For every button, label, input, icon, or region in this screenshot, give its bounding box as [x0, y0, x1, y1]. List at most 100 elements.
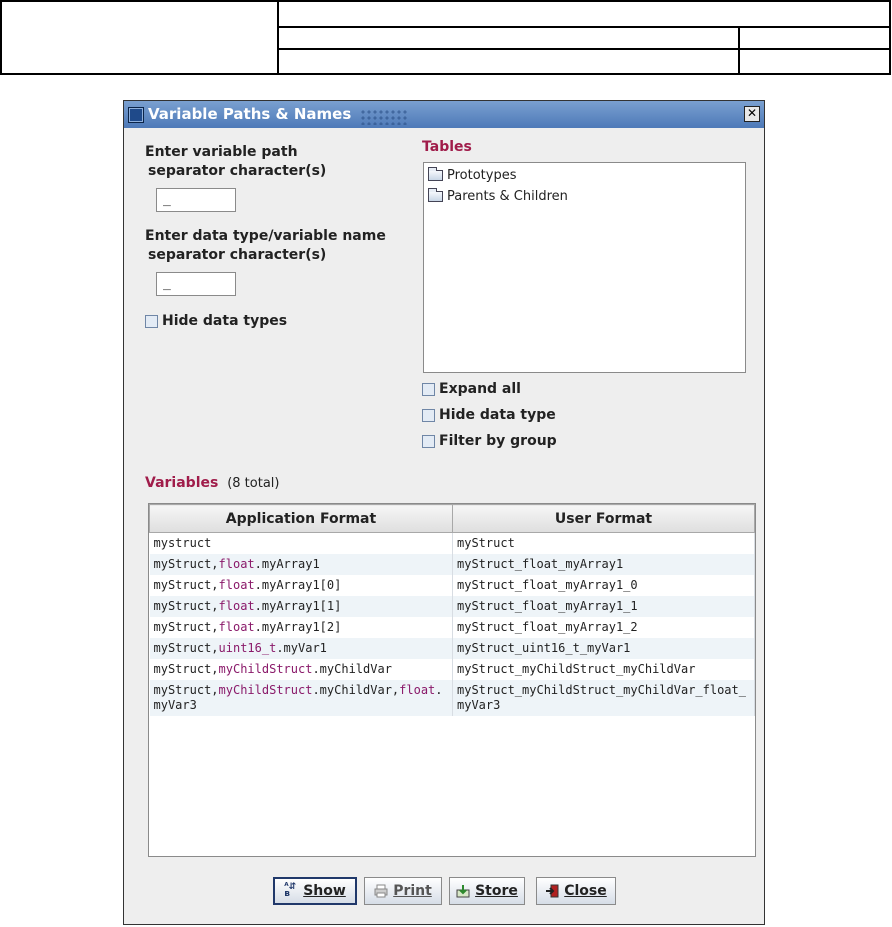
hide-data-type-checkbox[interactable]: Hide data type — [422, 407, 556, 423]
path-segment: .myChildVar, — [312, 683, 400, 697]
hide-data-types-checkbox[interactable]: Hide data types — [145, 313, 287, 329]
header-cell-mid-right — [738, 26, 891, 50]
case-swap-icon: ᴬ⇵ ʙ — [284, 882, 297, 899]
type-separator-label-2: separator character(s) — [148, 247, 327, 263]
folder-icon — [428, 167, 443, 181]
application-format-cell: myStruct,float.myArray1[2] — [149, 617, 453, 638]
application-format-cell: myStruct,float.myArray1[0] — [149, 575, 453, 596]
path-segment: myStruct, — [153, 620, 219, 634]
hide-data-type-label: Hide data type — [439, 407, 556, 423]
application-format-cell: myStruct,myChildStruct.myChildVar,float.… — [149, 680, 453, 716]
tree-item-label: Prototypes — [447, 168, 517, 183]
show-button[interactable]: ᴬ⇵ ʙ Show — [273, 877, 357, 905]
path-segment: myStruct, — [153, 662, 219, 676]
data-type-segment: float — [218, 620, 255, 634]
filter-by-group-checkbox[interactable]: Filter by group — [422, 433, 557, 449]
data-type-segment: float — [218, 578, 255, 592]
close-button[interactable]: Close — [536, 877, 616, 905]
variables-count: (8 total) — [227, 476, 280, 491]
path-segment: .myVar1 — [276, 641, 327, 655]
application-format-cell: myStruct,uint16_t.myVar1 — [149, 638, 453, 659]
folder-icon — [428, 188, 443, 202]
path-segment: .myArray1[2] — [254, 620, 342, 634]
store-button[interactable]: Store — [449, 877, 525, 905]
checkbox-box[interactable] — [422, 382, 435, 396]
path-segment: myStruct, — [153, 641, 219, 655]
document-header-table — [0, 0, 891, 75]
close-icon: ✕ — [746, 106, 758, 120]
header-cell-bottom-left — [277, 48, 740, 75]
column-header-application-format[interactable]: Application Format — [149, 504, 453, 533]
path-segment: mystruct — [153, 536, 212, 550]
checkbox-box[interactable] — [422, 408, 435, 422]
table-row[interactable]: mystruct myStruct — [149, 532, 755, 554]
variables-heading: Variables — [145, 475, 219, 491]
user-format-cell: myStruct_myChildStruct_myChildVar_float_… — [452, 680, 755, 716]
tables-tree[interactable]: Prototypes Parents & Children — [423, 162, 746, 373]
tree-item-parents-children[interactable]: Parents & Children — [428, 188, 568, 204]
variables-heading-row: Variables (8 total) — [145, 475, 279, 491]
table-row[interactable]: myStruct,uint16_t.myVar1 myStruct_uint16_… — [149, 638, 755, 659]
table-row[interactable]: myStruct,float.myArray1[1] myStruct_float… — [149, 596, 755, 617]
variable-paths-dialog: Variable Paths & Names ✕ Enter variable … — [123, 100, 765, 925]
path-segment: myStruct, — [153, 599, 219, 613]
expand-all-checkbox[interactable]: Expand all — [422, 381, 521, 397]
path-separator-label: Enter variable path — [145, 144, 298, 160]
user-format-cell: myStruct_float_myArray1_1 — [452, 596, 755, 617]
data-type-segment: myChildStruct — [218, 683, 313, 697]
window-icon — [128, 107, 144, 123]
table-row[interactable]: myStruct,myChildStruct.myChildVar myStruc… — [149, 659, 755, 680]
variables-table-body: mystruct myStruct myStruct,float.myArray1 m… — [149, 532, 755, 716]
table-row[interactable]: myStruct,float.myArray1[0] myStruct_float… — [149, 575, 755, 596]
application-format-cell: myStruct,float.myArray1 — [149, 554, 453, 575]
data-type-segment: float — [399, 683, 436, 697]
user-format-cell: myStruct_uint16_t_myVar1 — [452, 638, 755, 659]
header-cell-mid-left — [277, 26, 740, 50]
column-header-user-format[interactable]: User Format — [452, 504, 755, 533]
data-type-segment: float — [218, 599, 255, 613]
store-icon — [456, 884, 470, 898]
table-row[interactable]: myStruct,float.myArray1[2] myStruct_float… — [149, 617, 755, 638]
tree-item-prototypes[interactable]: Prototypes — [428, 167, 517, 183]
path-segment: myStruct, — [153, 683, 219, 697]
close-button-label: Close — [564, 883, 607, 899]
tree-item-label: Parents & Children — [447, 189, 568, 204]
variables-table[interactable]: Application Format User Format mystruct m… — [148, 503, 756, 857]
path-segment: myStruct, — [153, 557, 219, 571]
path-separator-input[interactable]: _ — [156, 188, 236, 212]
table-row[interactable]: myStruct,float.myArray1 myStruct_float_my… — [149, 554, 755, 575]
header-cell-bottom-right — [738, 48, 891, 75]
store-button-label: Store — [475, 883, 518, 899]
close-window-button[interactable]: ✕ — [744, 106, 760, 122]
header-cell-top — [277, 0, 891, 28]
titlebar-pattern — [360, 109, 408, 125]
table-row[interactable]: myStruct,myChildStruct.myChildVar,float.… — [149, 680, 755, 716]
filter-by-group-label: Filter by group — [439, 433, 557, 449]
print-button[interactable]: Print — [364, 877, 442, 905]
data-type-segment: myChildStruct — [218, 662, 313, 676]
user-format-cell: myStruct_float_myArray1_0 — [452, 575, 755, 596]
tables-heading: Tables — [422, 139, 472, 155]
expand-all-label: Expand all — [439, 381, 521, 397]
print-button-label: Print — [393, 883, 432, 899]
data-type-segment: float — [218, 557, 255, 571]
title-bar[interactable]: Variable Paths & Names ✕ — [124, 101, 764, 128]
user-format-cell: myStruct_myChildStruct_myChildVar — [452, 659, 755, 680]
hide-data-types-label: Hide data types — [162, 313, 288, 329]
dialog-title: Variable Paths & Names — [148, 105, 352, 123]
checkbox-box[interactable] — [422, 434, 435, 448]
header-cell-left — [0, 0, 279, 75]
checkbox-box[interactable] — [145, 314, 158, 328]
type-separator-input[interactable]: _ — [156, 272, 236, 296]
data-type-segment: uint16_t — [218, 641, 277, 655]
user-format-cell: myStruct_float_myArray1_2 — [452, 617, 755, 638]
user-format-cell: myStruct — [452, 532, 755, 554]
path-segment: .myArray1[0] — [254, 578, 342, 592]
user-format-cell: myStruct_float_myArray1 — [452, 554, 755, 575]
application-format-cell: mystruct — [149, 532, 453, 554]
exit-door-icon — [545, 884, 559, 898]
printer-icon — [374, 884, 388, 898]
show-button-label: Show — [303, 883, 346, 899]
path-segment: .myChildVar — [312, 662, 392, 676]
path-segment: myStruct, — [153, 578, 219, 592]
